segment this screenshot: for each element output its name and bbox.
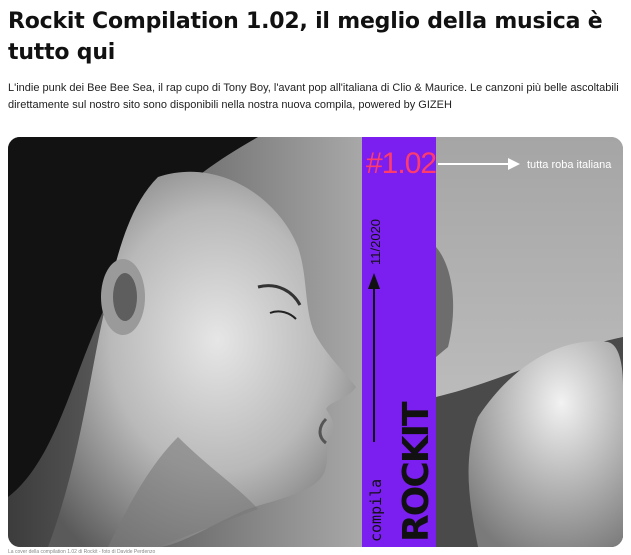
cover-date: 11/2020 bbox=[368, 219, 383, 265]
cover-artwork: #1.02 tutta roba italiana 11/2020 compil… bbox=[8, 137, 623, 547]
cover-image[interactable]: #1.02 tutta roba italiana 11/2020 compil… bbox=[8, 137, 623, 547]
cover-tagline: tutta roba italiana bbox=[527, 159, 612, 171]
article-lead: L'indie punk dei Bee Bee Sea, il rap cup… bbox=[8, 82, 619, 111]
cover-brand: ROCKIT bbox=[396, 401, 437, 542]
cover-caption: La cover della compilation 1.02 di Rocki… bbox=[8, 549, 156, 555]
cover-number: #1.02 bbox=[366, 147, 436, 180]
article-title: Rockit Compilation 1.02, il meglio della… bbox=[8, 9, 603, 65]
cover-compila: compila bbox=[367, 479, 385, 542]
